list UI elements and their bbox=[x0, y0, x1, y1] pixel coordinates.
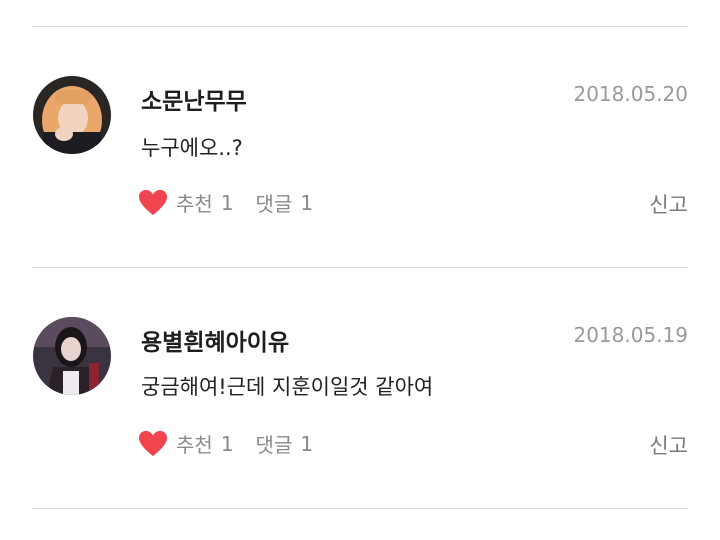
comment-actions: 추천 1 댓글 1 bbox=[138, 188, 313, 217]
user-avatar-photo-icon bbox=[33, 76, 111, 154]
comment-item: 소문난무무 2018.05.20 누구에오..? 추천 1 댓글 1 신고 bbox=[0, 0, 720, 217]
reply-button[interactable]: 댓글 1 bbox=[256, 429, 314, 458]
comment-item: 용별흰혜아이유 2018.05.19 궁금해여!근데 지훈이일것 같아여 추천 … bbox=[0, 241, 720, 458]
reply-count: 1 bbox=[300, 190, 314, 215]
heart-icon[interactable] bbox=[138, 430, 168, 458]
like-label: 추천 bbox=[176, 192, 213, 216]
heart-icon[interactable] bbox=[138, 189, 168, 217]
comment-actions: 추천 1 댓글 1 bbox=[138, 429, 313, 458]
avatar[interactable] bbox=[33, 76, 111, 154]
like-count: 1 bbox=[220, 190, 234, 215]
reply-label: 댓글 bbox=[255, 192, 293, 216]
comment-date: 2018.05.19 bbox=[573, 323, 688, 347]
report-button[interactable]: 신고 bbox=[649, 430, 688, 460]
like-button[interactable]: 추천 1 bbox=[138, 188, 234, 217]
comment-text: 누구에오..? bbox=[141, 136, 243, 160]
avatar[interactable] bbox=[33, 317, 111, 395]
like-button[interactable]: 추천 1 bbox=[138, 429, 234, 458]
comment-text: 궁금해여!근데 지훈이일것 같아여 bbox=[141, 375, 434, 399]
user-avatar-photo-icon bbox=[33, 317, 111, 395]
comment-date: 2018.05.20 bbox=[573, 82, 688, 106]
report-button[interactable]: 신고 bbox=[649, 189, 688, 219]
like-label: 추천 bbox=[176, 433, 213, 457]
divider-bottom bbox=[33, 508, 688, 509]
comment-username[interactable]: 용별흰혜아이유 bbox=[141, 323, 289, 357]
reply-count: 1 bbox=[300, 431, 314, 456]
reply-label: 댓글 bbox=[255, 433, 293, 457]
like-count: 1 bbox=[220, 431, 234, 456]
comment-username[interactable]: 소문난무무 bbox=[141, 82, 247, 116]
reply-button[interactable]: 댓글 1 bbox=[256, 188, 314, 217]
